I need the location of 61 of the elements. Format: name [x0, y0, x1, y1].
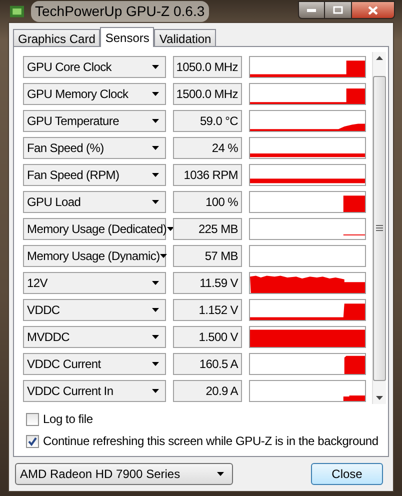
caret-icon	[152, 146, 159, 150]
sensor-value: 11.59 V	[173, 272, 242, 294]
sensor-dropdown[interactable]: GPU Memory Clock	[23, 83, 166, 105]
scrollbar[interactable]	[372, 52, 386, 404]
caret-icon	[217, 472, 224, 476]
sensor-dropdown[interactable]: GPU Temperature	[23, 110, 166, 132]
tab[interactable]: Graphics Card	[13, 29, 100, 46]
sensor-dropdown[interactable]: 12V	[23, 272, 166, 294]
sensor-dropdown[interactable]: Fan Speed (%)	[23, 137, 166, 159]
sensor-value: 100 %	[173, 191, 242, 213]
sensor-value: 160.5 A	[173, 353, 242, 375]
sensor-dropdown[interactable]: GPU Load	[23, 191, 166, 213]
minimize-button[interactable]	[298, 1, 325, 19]
caret-icon	[152, 119, 159, 123]
sensor-value: 1036 RPM	[173, 164, 242, 186]
device-dropdown[interactable]: AMD Radeon HD 7900 Series	[15, 463, 233, 485]
scroll-down-icon	[376, 396, 383, 400]
caret-icon	[160, 254, 167, 258]
sensor-dropdown[interactable]: MVDDC	[23, 326, 166, 348]
checkbox-label: Log to file	[43, 411, 93, 428]
caret-icon	[152, 65, 159, 69]
sensor-dropdown[interactable]: Fan Speed (RPM)	[23, 164, 166, 186]
caret-icon	[152, 389, 159, 393]
caret-icon	[152, 335, 159, 339]
caret-icon	[166, 227, 174, 231]
sensor-value: 1.500 V	[173, 326, 242, 348]
sensor-dropdown[interactable]: GPU Core Clock	[23, 56, 166, 78]
sensor-value: 24 %	[173, 137, 242, 159]
caret-icon	[152, 281, 159, 285]
sensor-value: 57 MB	[173, 245, 242, 267]
minimize-icon	[307, 8, 316, 12]
scroll-up-icon	[376, 56, 383, 60]
app-icon	[9, 4, 25, 18]
sensor-value: 59.0 °C	[173, 110, 242, 132]
sensor-dropdown[interactable]: VDDC	[23, 299, 166, 321]
tab[interactable]: Validation	[154, 29, 216, 46]
sensor-dropdown[interactable]: Memory Usage (Dynamic)	[23, 245, 166, 267]
checkbox-label: Continue refreshing this screen while GPU-Z is in the background	[43, 433, 378, 450]
checkbox[interactable]	[26, 412, 39, 426]
window-title: TechPowerUp GPU-Z 0.6.3	[31, 1, 209, 22]
grip-icon	[376, 225, 383, 231]
sensor-dropdown[interactable]: VDDC Current In	[23, 380, 166, 402]
sensor-value: 1500.0 MHz	[173, 83, 242, 105]
tab[interactable]: Sensors	[100, 27, 154, 47]
sensor-value: 1.152 V	[173, 299, 242, 321]
caret-icon	[152, 173, 159, 177]
sensor-value: 1050.0 MHz	[173, 56, 242, 78]
close-window-button[interactable]	[351, 1, 395, 19]
caret-icon	[152, 308, 159, 312]
caret-icon	[152, 92, 159, 96]
checkbox[interactable]	[26, 434, 39, 448]
sensor-value: 225 MB	[173, 218, 242, 240]
caret-icon	[152, 200, 159, 204]
sensor-dropdown[interactable]: VDDC Current	[23, 353, 166, 375]
caret-icon	[152, 362, 159, 366]
maximize-icon	[333, 6, 343, 14]
sensor-value: 20.9 A	[173, 380, 242, 402]
close-button[interactable]: Close	[311, 463, 383, 485]
close-icon	[368, 6, 378, 14]
maximize-button[interactable]	[325, 1, 351, 19]
checkmark-icon	[28, 436, 37, 446]
